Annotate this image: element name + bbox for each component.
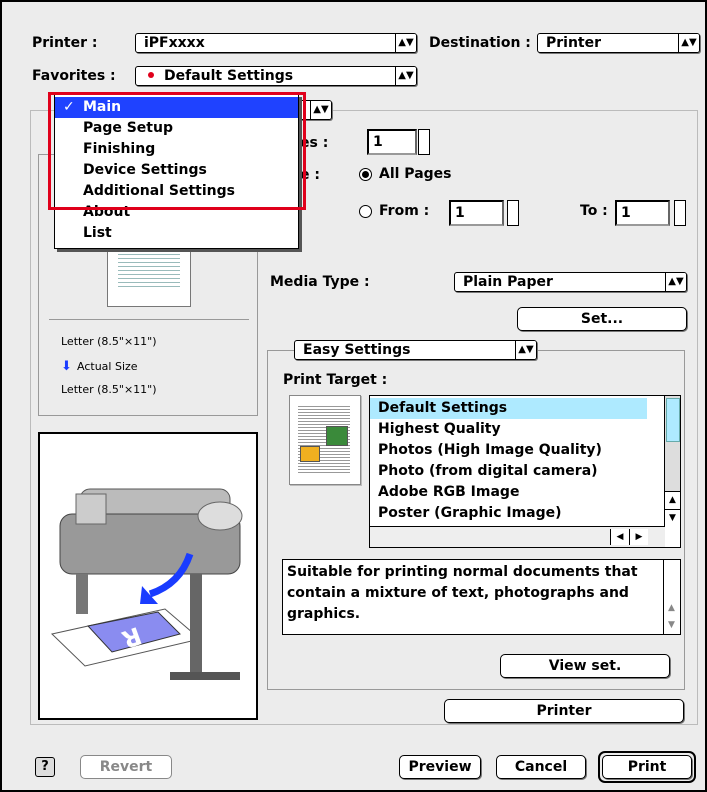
list-item[interactable]: Photos (High Image Quality): [370, 440, 647, 461]
print-dialog: Printer : iPFxxxx ▲▼ Destination : Print…: [0, 0, 707, 792]
destination-value: Printer: [546, 35, 602, 51]
scroll-down-arrow-icon[interactable]: ▼: [664, 617, 679, 633]
all-pages-radio[interactable]: [359, 168, 372, 181]
list-vertical-scrollbar[interactable]: ▲ ▼: [664, 396, 680, 527]
set-button[interactable]: Set...: [517, 307, 687, 331]
scroll-up-arrow-icon[interactable]: ▲: [664, 600, 679, 616]
settings-mode-value: Easy Settings: [303, 342, 411, 358]
document-thumbnail: [289, 395, 361, 485]
favorites-dot-icon: [148, 72, 154, 78]
favorites-value: Default Settings: [164, 68, 294, 84]
destination-select[interactable]: Printer ▲▼: [537, 33, 700, 53]
preview-button[interactable]: Preview: [399, 755, 481, 779]
scroll-right-arrow-icon[interactable]: ▶: [629, 529, 648, 545]
scroll-left-arrow-icon[interactable]: ◀: [610, 529, 629, 545]
popup-arrows-icon: ▲▼: [678, 34, 699, 52]
down-arrow-icon: ⬇: [61, 359, 72, 374]
favorites-label: Favorites :: [32, 68, 116, 84]
print-button[interactable]: Print: [602, 755, 692, 779]
media-type-select[interactable]: Plain Paper ▲▼: [454, 272, 687, 292]
photo-icon: [326, 426, 348, 446]
list-item[interactable]: Poster (Graphic Image): [370, 503, 647, 524]
scroll-up-arrow-icon[interactable]: ▲: [665, 491, 680, 509]
popup-arrows-icon: ▲▼: [310, 101, 331, 119]
printer-label: Printer :: [32, 35, 98, 51]
description-scrollbar[interactable]: ▲ ▼: [663, 560, 680, 634]
description-text: Suitable for printing normal documents t…: [287, 564, 638, 622]
help-icon[interactable]: ?: [35, 757, 55, 777]
destination-label: Destination :: [429, 35, 531, 51]
popup-arrows-icon: ▲▼: [515, 341, 536, 359]
paper-size-label: Letter (8.5"×11"): [61, 335, 157, 348]
page-lines: [118, 251, 180, 287]
menu-item-list[interactable]: List: [55, 223, 298, 244]
media-type-value: Plain Paper: [463, 274, 553, 290]
to-stepper[interactable]: [674, 200, 686, 226]
divider: [49, 319, 249, 320]
media-type-label: Media Type :: [270, 274, 370, 290]
popup-arrows-icon: ▲▼: [665, 273, 686, 291]
all-pages-label: All Pages: [379, 166, 452, 182]
popup-arrows-icon: ▲▼: [395, 67, 416, 85]
from-pages-radio[interactable]: [359, 205, 372, 218]
print-target-list[interactable]: Default Settings Highest Quality Photos …: [369, 395, 681, 548]
list-item[interactable]: Photo (from digital camera): [370, 461, 647, 482]
print-target-label: Print Target :: [283, 372, 388, 388]
scroll-down-arrow-icon[interactable]: ▼: [665, 509, 680, 527]
popup-arrows-icon: ▲▼: [395, 34, 416, 52]
annotation-highlight-box: [48, 92, 306, 210]
list-horizontal-scrollbar[interactable]: ◀ ▶: [370, 526, 665, 547]
menu-item-label: List: [83, 225, 112, 241]
printer-illustration: R: [38, 432, 258, 720]
scale-label: Actual Size: [77, 360, 138, 373]
to-field[interactable]: 1: [615, 200, 670, 226]
output-paper-size-label: Letter (8.5"×11"): [61, 383, 157, 396]
copies-stepper[interactable]: [418, 129, 430, 155]
from-field[interactable]: 1: [449, 200, 504, 226]
revert-button[interactable]: Revert: [80, 755, 172, 779]
description-box: Suitable for printing normal documents t…: [282, 559, 681, 635]
graphic-icon: [300, 446, 320, 462]
printer-select[interactable]: iPFxxxx ▲▼: [135, 33, 417, 53]
printer-image: R: [50, 488, 243, 680]
scroll-thumb[interactable]: [666, 398, 680, 442]
list-item[interactable]: Adobe RGB Image: [370, 482, 647, 503]
from-stepper[interactable]: [507, 200, 519, 226]
list-item[interactable]: Highest Quality: [370, 419, 647, 440]
cancel-button[interactable]: Cancel: [496, 755, 586, 779]
to-label: To :: [580, 203, 608, 219]
printer-button[interactable]: Printer: [444, 699, 684, 723]
printer-value: iPFxxxx: [144, 35, 205, 51]
list-item[interactable]: Default Settings: [370, 398, 647, 419]
from-label: From :: [379, 203, 430, 219]
favorites-select[interactable]: Default Settings ▲▼: [135, 66, 417, 86]
copies-field[interactable]: 1: [367, 129, 417, 155]
view-set-button[interactable]: View set.: [500, 654, 670, 678]
settings-mode-select[interactable]: Easy Settings ▲▼: [294, 340, 537, 360]
